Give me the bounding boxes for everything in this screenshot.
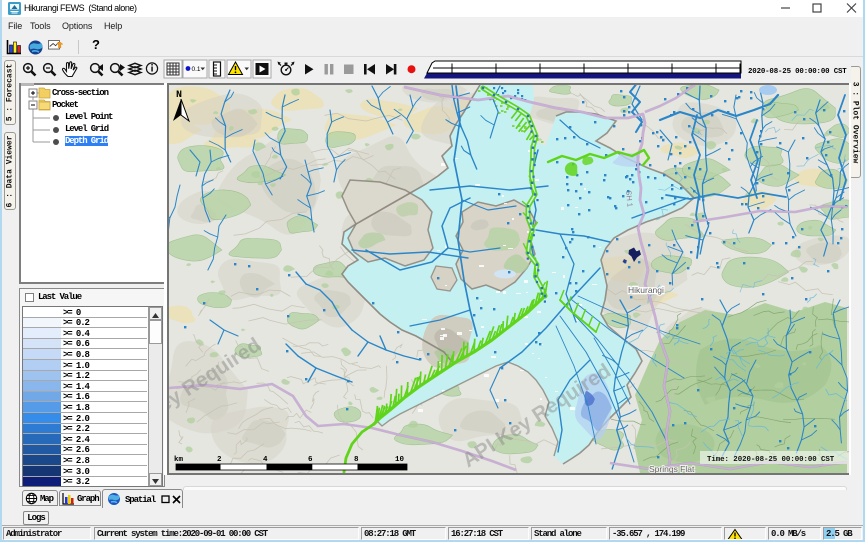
- svg-text:0.1: 0.1: [192, 66, 201, 73]
- svg-text:8: 8: [354, 456, 359, 464]
- svg-text:4: 4: [263, 456, 268, 464]
- svg-text:Time: 2020-08-25 00:00:00 CST: Time: 2020-08-25 00:00:00 CST: [707, 456, 835, 464]
- svg-text:SH 1: SH 1: [624, 190, 634, 207]
- svg-text:2020-08-25 00:00:00 CST: 2020-08-25 00:00:00 CST: [748, 68, 847, 76]
- svg-text:km: km: [174, 456, 184, 464]
- svg-text:6: 6: [308, 456, 313, 464]
- svg-text:10: 10: [395, 456, 405, 464]
- svg-text:2: 2: [217, 456, 222, 464]
- svg-text:Hikurangi: Hikurangi: [628, 285, 664, 295]
- svg-text:Springs Flat: Springs Flat: [649, 464, 695, 473]
